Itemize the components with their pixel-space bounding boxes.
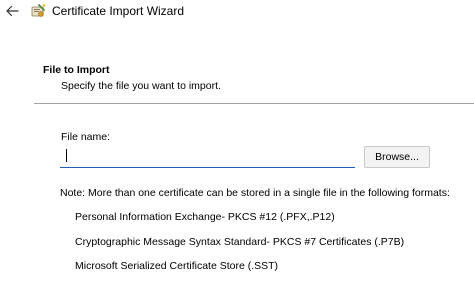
certificate-wizard-icon (31, 4, 46, 17)
format-item-pfx: Personal Information Exchange- PKCS #12 … (75, 211, 335, 223)
format-item-p7b: Cryptographic Message Syntax Standard- P… (75, 236, 405, 248)
header-separator (34, 103, 474, 104)
title-bar: Certificate Import Wizard (0, 0, 474, 24)
arrow-left-icon (6, 5, 19, 17)
file-name-label: File name: (61, 131, 111, 143)
note-text: Note: More than one certificate can be s… (60, 187, 450, 199)
section-subheading: Specify the file you want to import. (61, 80, 221, 92)
section-heading: File to Import (43, 64, 110, 76)
back-button[interactable] (2, 1, 22, 21)
window-title: Certificate Import Wizard (52, 4, 185, 18)
format-item-sst: Microsoft Serialized Certificate Store (… (75, 260, 279, 272)
text-caret (66, 149, 67, 162)
file-name-input[interactable] (60, 145, 355, 168)
browse-button[interactable]: Browse... (364, 146, 430, 168)
